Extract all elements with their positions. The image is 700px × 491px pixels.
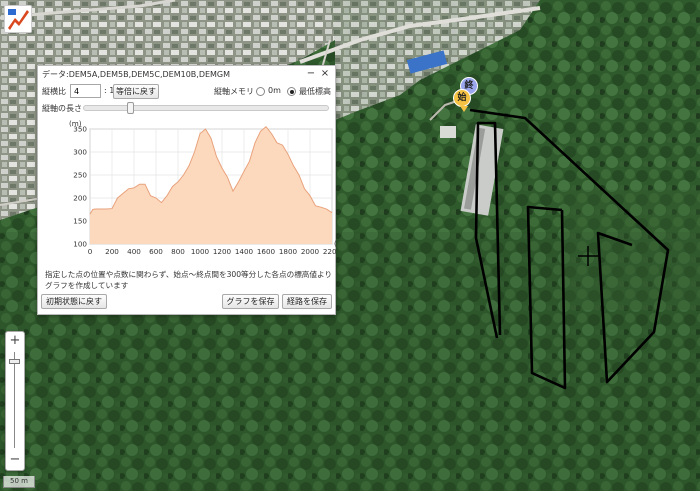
radio-min-elevation[interactable]: [287, 87, 296, 96]
controls-row: 縦横比 : 1 等倍に戻す 縦軸メモリ 0m 最低標高: [42, 84, 331, 100]
vertical-length-slider[interactable]: [83, 102, 329, 114]
x-tick-label: 800: [171, 247, 185, 256]
x-tick-label: 2000: [301, 247, 320, 256]
elevation-chart: 0 200 400 600 800 1000 1200 1400 1600 1800 2000 220…: [69, 119, 336, 256]
y-tick-label: 300: [73, 148, 87, 157]
scale-bar: 50 m: [3, 476, 35, 488]
graph-note: 指定した点の位置や点数に関わらず、始点～終点間を300等分した各点の標高値よりグ…: [45, 270, 333, 290]
panel-title: データ:DEM5A,DEM5B,DEM5C,DEM10B,DEMGM: [42, 70, 231, 79]
y-tick-label: 200: [73, 194, 87, 203]
x-axis-label: (m): [334, 239, 336, 248]
equal-ratio-button[interactable]: 等倍に戻す: [113, 84, 159, 99]
save-route-button[interactable]: 経路を保存: [282, 294, 332, 309]
axis-memory-label: 縦軸メモリ: [214, 87, 254, 96]
x-tick-label: 1800: [279, 247, 298, 256]
zoom-out-button[interactable]: −: [6, 452, 24, 468]
y-axis-label: (m): [69, 119, 82, 128]
zoom-slider-track[interactable]: [14, 352, 15, 448]
x-tick-label: 200: [105, 247, 119, 256]
vertical-length-label: 縦軸の長さ: [42, 104, 82, 113]
save-graph-button[interactable]: グラフを保存: [222, 294, 279, 309]
panel-titlebar[interactable]: データ:DEM5A,DEM5B,DEM5C,DEM10B,DEMGM − ×: [38, 66, 335, 82]
x-tick-label: 1400: [235, 247, 254, 256]
minimize-button[interactable]: −: [305, 67, 317, 80]
x-tick-label: 1000: [191, 247, 210, 256]
zoom-in-button[interactable]: +: [6, 333, 24, 349]
ratio-input[interactable]: [70, 84, 101, 98]
marker-start-icon[interactable]: 始: [453, 89, 471, 107]
close-button[interactable]: ×: [319, 67, 331, 80]
marker-start-pin: [460, 106, 468, 112]
y-tick-label: 250: [73, 171, 87, 180]
app-logo-icon[interactable]: [4, 5, 32, 33]
x-tick-label: 600: [149, 247, 163, 256]
y-tick-label: 150: [73, 217, 87, 226]
zoom-control: + −: [5, 331, 25, 471]
y-tick-label: 100: [73, 240, 87, 249]
x-tick-label: 1600: [257, 247, 276, 256]
x-tick-label: 0: [88, 247, 93, 256]
zoom-slider-handle[interactable]: [9, 359, 20, 364]
reset-button[interactable]: 初期状態に戻す: [41, 294, 107, 309]
elevation-profile-panel: データ:DEM5A,DEM5B,DEM5C,DEM10B,DEMGM − × 縦…: [37, 65, 336, 315]
slider-handle[interactable]: [127, 102, 135, 114]
radio-zero-label: 0m: [268, 86, 281, 95]
x-tick-label: 400: [127, 247, 141, 256]
ratio-label: 縦横比: [42, 87, 66, 96]
x-tick-label: 1200: [213, 247, 232, 256]
marker-start-label: 始: [457, 93, 467, 103]
x-tick-label: 2200: [323, 247, 336, 256]
radio-min-label: 最低標高: [299, 87, 331, 96]
radio-zero[interactable]: [256, 87, 265, 96]
